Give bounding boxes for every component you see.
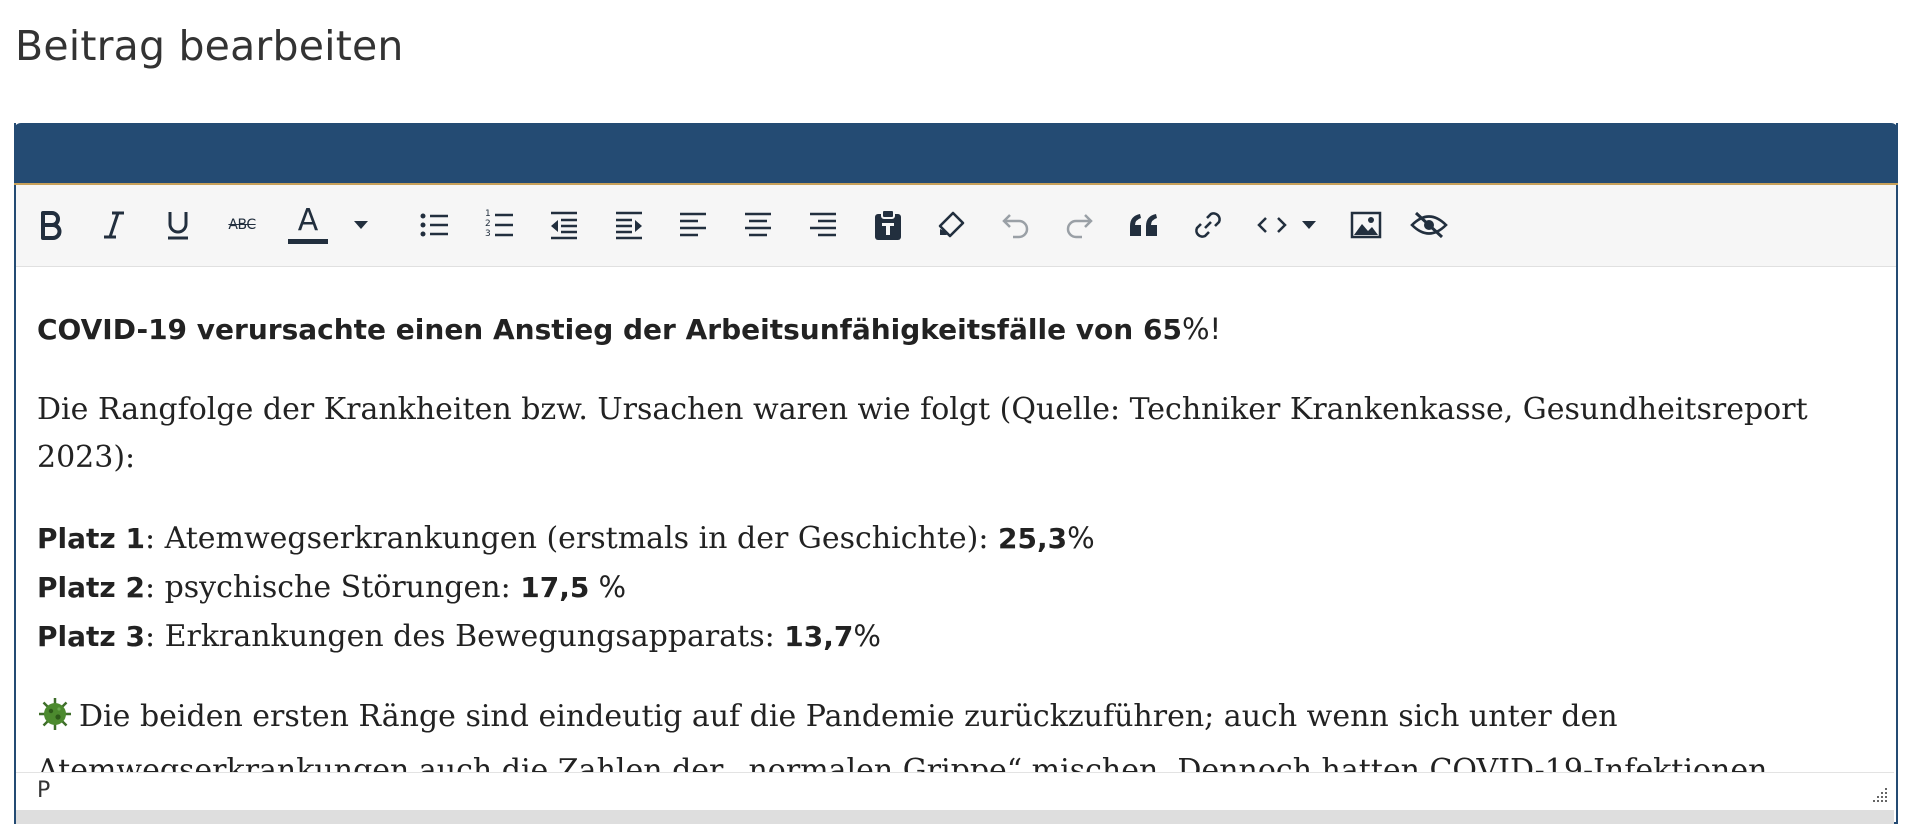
closing-text: Die beiden ersten Ränge sind eindeutig a… [37,699,1777,772]
numbered-list-digits: 1 2 3 [485,209,491,239]
code-icon [1257,217,1287,233]
headline-tail: %! [1181,312,1222,346]
rank-line: Platz 1: Atemwegserkrankungen (erstmals … [37,514,1874,563]
resize-handle-icon[interactable] [1870,785,1888,803]
eye-slash-icon [1410,211,1448,239]
blockquote-button[interactable] [1124,205,1164,245]
text-color-button[interactable]: A [288,205,328,245]
align-right-button[interactable] [803,205,843,245]
quote-icon [1130,214,1157,236]
image-icon [1350,211,1382,239]
bullet-list-button[interactable] [414,205,454,245]
rank-text: : Atemwegserkrankungen (erstmals in der … [144,521,998,556]
bold-icon [41,211,62,240]
code-dropdown[interactable] [1298,205,1320,245]
rank-unit: % [853,619,881,653]
editor-toolbar: ABC A 1 2 3 [16,185,1896,267]
rank-value: 13,7 [784,620,854,653]
code-button[interactable] [1252,205,1292,245]
paste-button[interactable] [868,205,908,245]
indent-icon [616,211,642,240]
link-button[interactable] [1188,205,1228,245]
link-icon [1195,212,1221,238]
align-center-button[interactable] [738,205,778,245]
closing-paragraph: Die beiden ersten Ränge sind eindeutig a… [37,693,1874,772]
align-left-icon [680,212,706,237]
rank-unit: % [1067,521,1095,555]
rank-value: 25,3 [997,522,1068,555]
chevron-down-icon [354,221,368,229]
rank-label: Platz 1 [37,522,145,555]
underline-button[interactable] [158,205,198,245]
numbered-list-button[interactable]: 1 2 3 [479,205,519,245]
editor-bottom-strip [16,810,1894,824]
chevron-down-icon [1302,221,1316,229]
headline-paragraph: COVID-19 verursachte einen Anstieg der A… [37,305,1874,354]
rank-line: Platz 3: Erkrankungen des Bewegungsappar… [37,612,1874,661]
rank-label: Platz 3 [37,620,145,653]
bullet-list-icon [420,213,448,237]
eraser-icon [938,211,965,238]
undo-button[interactable] [996,205,1036,245]
clear-format-button[interactable] [931,205,971,245]
redo-button[interactable] [1059,205,1099,245]
text-color-swatch [288,238,328,244]
align-center-icon [745,212,771,237]
image-button[interactable] [1346,205,1386,245]
align-right-icon [810,212,836,237]
editor-header-bar [14,123,1898,185]
element-path[interactable]: P [37,778,50,803]
strikethrough-button[interactable]: ABC [222,205,262,245]
editor-statusbar: P [16,772,1894,810]
preview-button[interactable] [1409,205,1449,245]
virus-icon [37,696,73,747]
bold-button[interactable] [31,205,71,245]
redo-icon [1066,214,1093,239]
text-color-dropdown[interactable] [350,205,372,245]
rank-value: 17,5 [520,571,590,604]
underline-icon [168,212,188,240]
clipboard-icon [875,209,901,240]
text-color-icon: A [297,202,319,238]
align-left-button[interactable] [673,205,713,245]
rank-label: Platz 2 [37,571,145,604]
outdent-icon [551,211,577,240]
intro-paragraph: Die Rangfolge der Krankheiten bzw. Ursac… [37,392,1808,475]
outdent-button[interactable] [544,205,584,245]
rank-text: : Erkrankungen des Bewegungsapparats: [144,619,785,654]
editor-content-area[interactable]: COVID-19 verursachte einen Anstieg der A… [16,267,1894,772]
italic-button[interactable] [94,205,134,245]
strikethrough-icon: ABC [228,217,256,233]
rank-text: : psychische Störungen: [144,570,521,605]
rank-unit: % [589,570,627,604]
italic-icon [104,211,124,239]
indent-button[interactable] [609,205,649,245]
rank-line: Platz 2: psychische Störungen: 17,5 % [37,563,1874,612]
page-title: Beitrag bearbeiten [15,22,404,70]
undo-icon [1002,214,1029,239]
headline-text: COVID-19 verursachte einen Anstieg der A… [37,313,1182,346]
